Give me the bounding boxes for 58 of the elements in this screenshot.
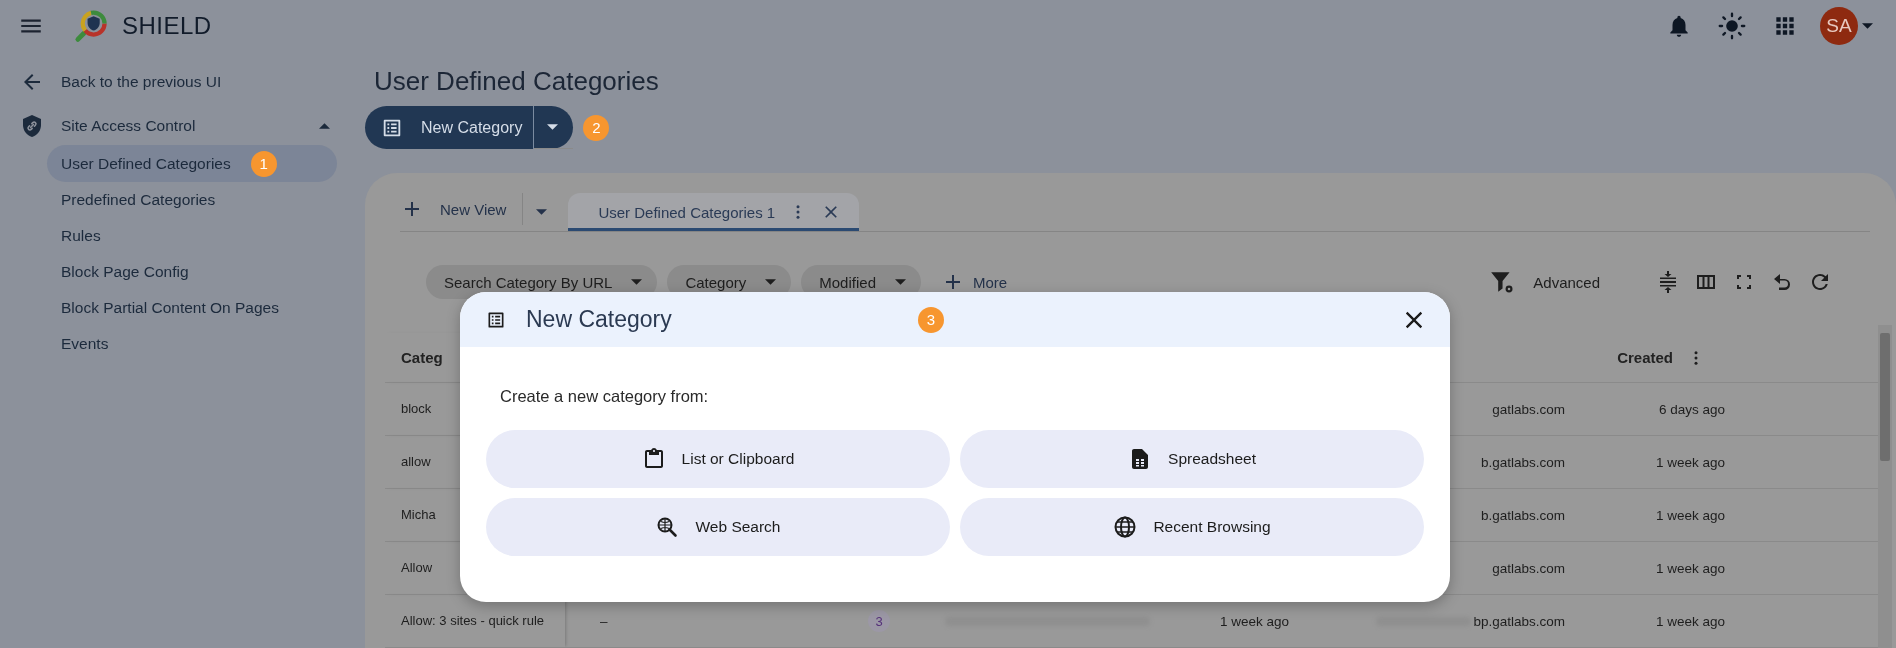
column-header[interactable]: Categ — [401, 349, 443, 366]
option-button[interactable]: Web Search — [486, 498, 950, 556]
scrollbar[interactable] — [1878, 325, 1892, 648]
table-cell: allow — [401, 454, 431, 470]
table-cell: Allow — [401, 560, 433, 576]
user-avatar[interactable]: SA — [1820, 7, 1858, 45]
dialog-prompt: Create a new category from: — [500, 387, 710, 406]
new-category-button[interactable]: New Category — [365, 106, 574, 149]
sidebar-item[interactable]: Block Partial Content On Pages — [47, 289, 337, 326]
new-view-button[interactable]: New View — [400, 193, 524, 225]
option-button[interactable]: List or Clipboard — [486, 430, 950, 488]
sun-icon[interactable] — [1718, 12, 1746, 40]
caret-down-icon — [765, 279, 777, 285]
table-cell: bp.gatlabs.com — [1473, 613, 1565, 629]
caret-down-icon[interactable] — [536, 209, 548, 215]
table-cell: 1 week ago — [1655, 454, 1725, 470]
table-cell: b.gatlabs.com — [1480, 507, 1565, 523]
globe-icon — [1113, 515, 1138, 539]
step-marker: 2 — [583, 114, 610, 141]
sidebar-item[interactable]: Predefined Categories — [47, 181, 337, 218]
advanced-filter-button[interactable]: Advanced — [1483, 268, 1606, 296]
shield-link-icon — [20, 114, 44, 138]
caret-up-icon[interactable] — [319, 123, 330, 129]
table-cell: 1 week ago — [1655, 613, 1725, 629]
view-tab[interactable]: User Defined Categories 1 — [568, 193, 860, 231]
caret-down-icon — [547, 124, 559, 130]
column-header[interactable]: Created — [1617, 349, 1673, 366]
caret-down-icon — [895, 279, 906, 285]
app-name: SHIELD — [122, 12, 212, 40]
caret-down-icon — [631, 279, 643, 285]
caret-down-icon[interactable] — [1862, 23, 1873, 29]
option-button[interactable]: Recent Browsing — [960, 498, 1424, 556]
step-marker: 3 — [918, 306, 944, 333]
sidebar-item[interactable]: Events — [47, 325, 337, 362]
table-cell: Micha — [401, 507, 436, 523]
dialog-title: New Category — [526, 306, 673, 333]
section-label[interactable]: Site Access Control — [61, 117, 297, 135]
scrollbar-thumb[interactable] — [1880, 333, 1890, 461]
sidebar-item[interactable]: User Defined Categories 1 — [47, 145, 337, 182]
table-cell: 1 week ago — [1655, 560, 1725, 576]
count-badge: 3 — [868, 610, 890, 632]
sidebar-item[interactable]: Rules — [47, 217, 337, 254]
table-cell: Allow: 3 sites - quick rule — [401, 613, 545, 629]
more-filters-button[interactable]: More — [935, 269, 1014, 295]
sidebar-item[interactable]: Block Page Config — [47, 253, 337, 290]
step-marker: 1 — [250, 150, 277, 177]
globe-search-icon — [655, 515, 680, 539]
table-cell: gatlabs.com — [1492, 401, 1565, 417]
table-cell: block — [401, 401, 432, 417]
table-cell: 6 days ago — [1658, 401, 1725, 417]
page-title: User Defined Categories — [374, 66, 660, 96]
table-cell: 1 week ago — [1655, 507, 1725, 523]
table-cell: 1 week ago — [1220, 613, 1290, 629]
table-cell: – — [600, 613, 608, 629]
back-link[interactable]: Back to the previous UI — [61, 73, 222, 91]
table-cell: b.gatlabs.com — [1480, 454, 1565, 470]
option-button[interactable]: Spreadsheet — [960, 430, 1424, 488]
table-cell: gatlabs.com — [1492, 560, 1565, 576]
